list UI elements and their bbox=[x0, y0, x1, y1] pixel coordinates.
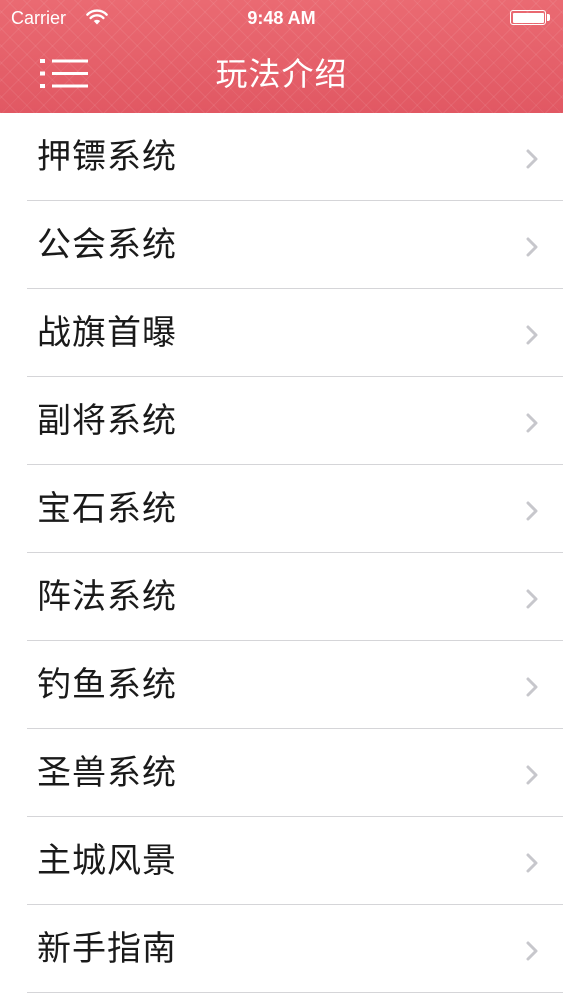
list-item[interactable]: 新手指南 bbox=[0, 905, 563, 993]
list-item[interactable]: 阵法系统 bbox=[0, 553, 563, 641]
list-item[interactable]: 钓鱼系统 bbox=[0, 641, 563, 729]
chevron-right-icon bbox=[526, 853, 538, 873]
navigation-header: Carrier 9:48 AM 玩法介绍 bbox=[0, 0, 563, 113]
list-item-label: 阵法系统 bbox=[37, 577, 177, 617]
chevron-right-icon bbox=[526, 589, 538, 609]
battery-icon bbox=[510, 10, 552, 27]
status-bar: Carrier 9:48 AM bbox=[0, 0, 563, 36]
list-item-label: 宝石系统 bbox=[37, 489, 177, 529]
list-item-label: 副将系统 bbox=[37, 401, 177, 441]
list-item[interactable]: 宝石系统 bbox=[0, 465, 563, 553]
list-item-label: 战旗首曝 bbox=[37, 313, 177, 353]
chevron-right-icon bbox=[526, 941, 538, 961]
status-time: 9:48 AM bbox=[247, 8, 316, 28]
list-item-label: 押镖系统 bbox=[37, 137, 177, 177]
list-item-label: 主城风景 bbox=[37, 841, 177, 881]
chevron-right-icon bbox=[526, 325, 538, 345]
list-item-label: 钓鱼系统 bbox=[37, 665, 177, 705]
chevron-right-icon bbox=[526, 237, 538, 257]
feature-list: 押镖系统公会系统战旗首曝副将系统宝石系统阵法系统钓鱼系统圣兽系统主城风景新手指南 bbox=[0, 113, 563, 993]
list-item-label: 公会系统 bbox=[37, 225, 177, 265]
list-item[interactable]: 副将系统 bbox=[0, 377, 563, 465]
list-item-label: 圣兽系统 bbox=[37, 753, 177, 793]
list-item[interactable]: 战旗首曝 bbox=[0, 289, 563, 377]
list-item-label: 新手指南 bbox=[37, 929, 177, 969]
chevron-right-icon bbox=[526, 677, 538, 697]
list-item[interactable]: 圣兽系统 bbox=[0, 729, 563, 817]
chevron-right-icon bbox=[526, 501, 538, 521]
chevron-right-icon bbox=[526, 413, 538, 433]
chevron-right-icon bbox=[526, 765, 538, 785]
list-item[interactable]: 公会系统 bbox=[0, 201, 563, 289]
list-item[interactable]: 押镖系统 bbox=[0, 113, 563, 201]
page-title: 玩法介绍 bbox=[215, 55, 348, 93]
chevron-right-icon bbox=[526, 149, 538, 169]
list-item[interactable]: 主城风景 bbox=[0, 817, 563, 905]
